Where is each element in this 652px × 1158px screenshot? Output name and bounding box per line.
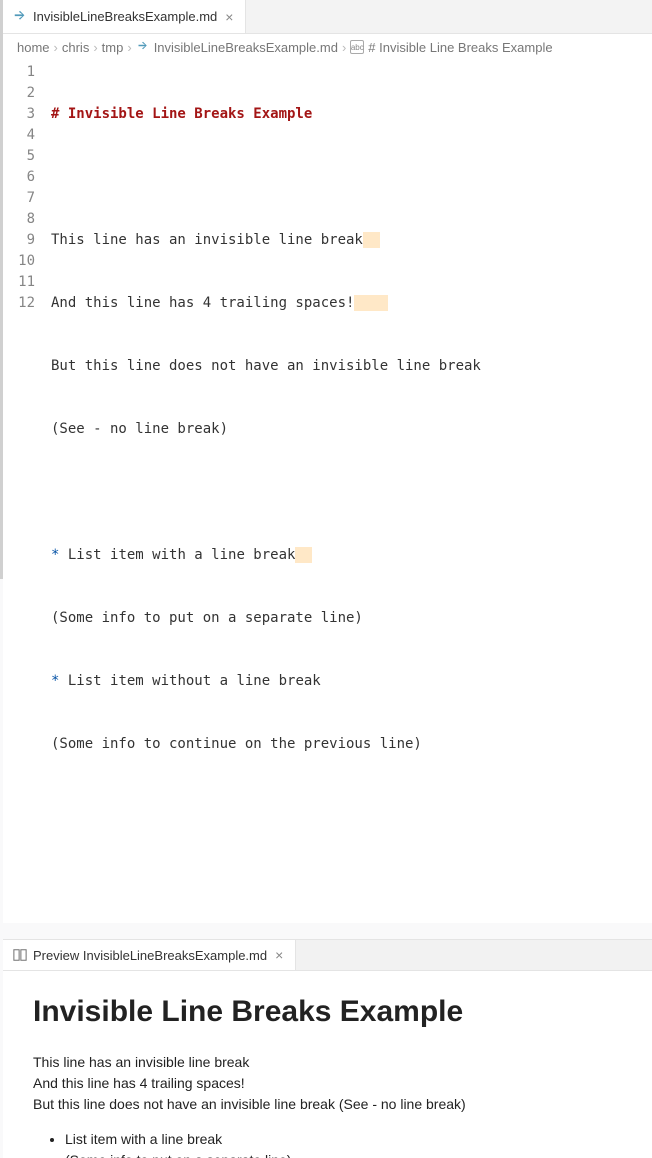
preview-tab-label: Preview InvisibleLineBreaksExample.md (33, 948, 267, 963)
code-text: (Some info to put on a separate line) (51, 610, 363, 626)
preview-text: This line has an invisible line break (33, 1054, 249, 1070)
line-number: 8 (3, 209, 35, 230)
editor-tab-bar: InvisibleLineBreaksExample.md × (3, 0, 652, 34)
markdown-preview: Invisible Line Breaks Example This line … (3, 971, 652, 1158)
line-number: 10 (3, 251, 35, 272)
preview-icon (13, 948, 27, 962)
chevron-right-icon: › (54, 40, 58, 55)
preview-list: List item with a line break (Some info t… (33, 1129, 622, 1158)
preview-text: List item with a line break (65, 1131, 222, 1147)
line-number: 3 (3, 104, 35, 125)
preview-text: And this line has 4 trailing spaces! (33, 1075, 245, 1091)
code-text: (Some info to continue on the previous l… (51, 736, 422, 752)
code-text: (See - no line break) (51, 421, 228, 437)
preview-paragraph: This line has an invisible line break An… (33, 1052, 622, 1115)
breadcrumb-item[interactable]: abc # Invisible Line Breaks Example (350, 40, 552, 55)
code-text: * (51, 673, 59, 689)
code-editor[interactable]: 1 2 3 4 5 6 7 8 9 10 11 12 # Invisible L… (3, 60, 652, 923)
line-number: 5 (3, 146, 35, 167)
close-icon[interactable]: × (223, 10, 235, 24)
line-number: 12 (3, 293, 35, 314)
line-number: 11 (3, 272, 35, 293)
line-number: 6 (3, 167, 35, 188)
chevron-right-icon: › (342, 40, 346, 55)
trailing-whitespace (295, 547, 312, 563)
markdown-file-icon (136, 40, 150, 54)
line-number: 9 (3, 230, 35, 251)
line-number: 7 (3, 188, 35, 209)
chevron-right-icon: › (127, 40, 131, 55)
code-text: And this line has 4 trailing spaces! (51, 295, 354, 311)
preview-tab[interactable]: Preview InvisibleLineBreaksExample.md × (3, 940, 296, 970)
breadcrumb-file-label: InvisibleLineBreaksExample.md (154, 40, 338, 55)
code-text: List item without a line break (59, 673, 320, 689)
line-number (3, 314, 35, 335)
symbol-string-icon: abc (350, 40, 364, 54)
breadcrumb-item[interactable]: tmp (102, 40, 124, 55)
breadcrumb: home › chris › tmp › InvisibleLineBreaks… (3, 34, 652, 60)
breadcrumb-item[interactable]: chris (62, 40, 89, 55)
code-text: But this line does not have an invisible… (51, 358, 481, 374)
code-text: List item with a line break (59, 547, 295, 563)
line-number: 4 (3, 125, 35, 146)
breadcrumb-item[interactable]: home (17, 40, 50, 55)
code-content[interactable]: # Invisible Line Breaks Example This lin… (51, 62, 652, 923)
breadcrumb-item[interactable]: InvisibleLineBreaksExample.md (136, 40, 338, 55)
markdown-file-icon (13, 10, 27, 24)
line-number: 2 (3, 83, 35, 104)
trailing-whitespace (363, 232, 380, 248)
preview-text: (Some info to put on a separate line) (65, 1152, 291, 1158)
code-text: # Invisible Line Breaks Example (51, 106, 312, 122)
editor-tab[interactable]: InvisibleLineBreaksExample.md × (3, 0, 246, 33)
preview-text: But this line does not have an invisible… (33, 1096, 466, 1112)
line-number-gutter: 1 2 3 4 5 6 7 8 9 10 11 12 (3, 62, 51, 923)
line-number: 1 (3, 62, 35, 83)
code-text: This line has an invisible line break (51, 232, 363, 248)
editor-tab-label: InvisibleLineBreaksExample.md (33, 9, 217, 24)
trailing-whitespace (354, 295, 388, 311)
list-item: List item with a line break (Some info t… (65, 1129, 622, 1158)
breadcrumb-symbol-label: # Invisible Line Breaks Example (368, 40, 552, 55)
preview-tab-bar: Preview InvisibleLineBreaksExample.md × (3, 939, 652, 971)
chevron-right-icon: › (93, 40, 97, 55)
preview-heading: Invisible Line Breaks Example (33, 989, 622, 1034)
close-icon[interactable]: × (273, 948, 285, 962)
